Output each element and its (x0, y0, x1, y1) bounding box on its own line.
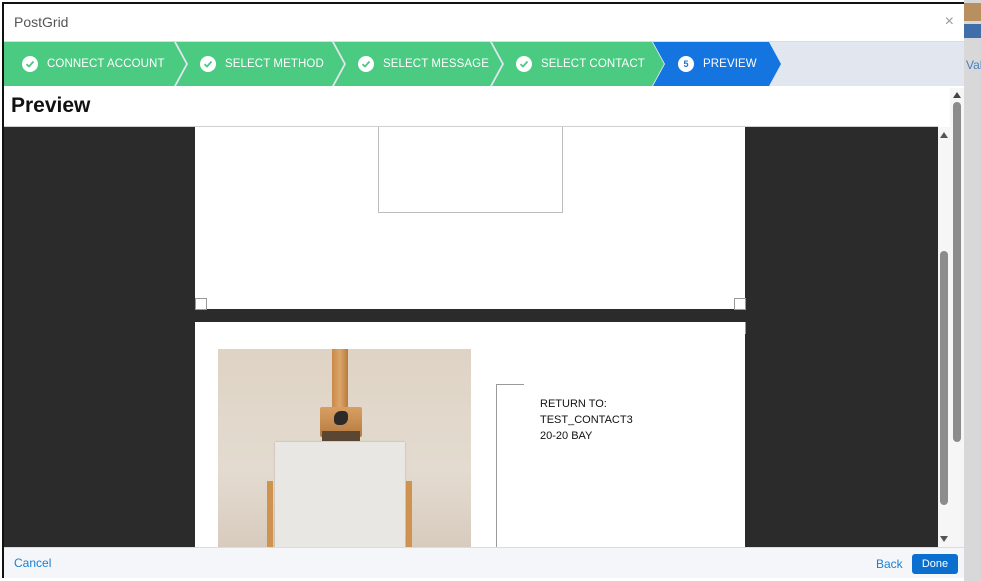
step-number-badge: 5 (678, 56, 694, 72)
scroll-down-arrow-icon[interactable] (940, 536, 948, 542)
progress-steps: CONNECT ACCOUNT SELECT METHOD SELECT MES… (4, 42, 964, 86)
step-preview[interactable]: 5 PREVIEW (653, 42, 781, 86)
easel-knob (334, 411, 348, 425)
return-line1: 20-20 BAY (540, 430, 593, 442)
easel-leg-left (267, 481, 273, 547)
scroll-up-arrow-icon[interactable] (953, 92, 961, 98)
check-icon (516, 56, 532, 72)
scroll-up-arrow-icon[interactable] (940, 132, 948, 138)
step-label: CONNECT ACCOUNT (47, 58, 165, 70)
check-icon (358, 56, 374, 72)
scrollbar-thumb[interactable] (953, 102, 961, 442)
scrollbar-thumb[interactable] (940, 251, 948, 505)
modal-title: PostGrid (14, 14, 69, 30)
address-window (378, 127, 563, 213)
crop-mark (734, 298, 746, 310)
viewer-scrollbar[interactable] (938, 127, 950, 547)
modal-scrollbar[interactable] (950, 88, 964, 548)
step-label: SELECT CONTACT (541, 58, 645, 70)
page-title: Preview (11, 94, 91, 117)
return-name: TEST_CONTACT3 (540, 414, 633, 426)
document-preview-viewer[interactable]: RETURN TO: TEST_CONTACT3 20-20 BAY (4, 127, 938, 547)
preview-page-back: RETURN TO: TEST_CONTACT3 20-20 BAY (195, 322, 745, 547)
crop-mark (195, 298, 207, 310)
check-icon (22, 56, 38, 72)
modal-header: PostGrid × (4, 4, 964, 42)
cancel-button[interactable]: Cancel (14, 556, 51, 570)
background-app-edge: Vali (964, 0, 981, 581)
blank-canvas (275, 442, 405, 547)
postcard-image-easel (218, 349, 471, 547)
step-select-contact[interactable]: SELECT CONTACT (492, 42, 664, 86)
back-button[interactable]: Back (876, 557, 903, 571)
easel-leg-right (406, 481, 412, 547)
background-app-banner (964, 3, 981, 21)
postgrid-modal: PostGrid × CONNECT ACCOUNT SELECT METHOD… (2, 2, 964, 578)
step-connect-account[interactable]: CONNECT ACCOUNT (4, 42, 186, 86)
preview-page-front (195, 127, 745, 309)
done-button[interactable]: Done (912, 554, 958, 574)
check-icon (200, 56, 216, 72)
return-address: RETURN TO: TEST_CONTACT3 20-20 BAY (540, 396, 633, 444)
background-app-text: Vali (966, 58, 981, 72)
step-select-message[interactable]: SELECT MESSAGE (334, 42, 502, 86)
step-label: PREVIEW (703, 58, 757, 70)
modal-footer: Cancel Back Done (4, 547, 964, 578)
return-address-bracket (496, 384, 524, 547)
return-heading: RETURN TO: (540, 398, 607, 410)
step-select-method[interactable]: SELECT METHOD (176, 42, 344, 86)
close-icon[interactable]: × (945, 13, 954, 31)
step-label: SELECT METHOD (225, 58, 324, 70)
easel-ledge (322, 431, 360, 441)
background-app-bar (964, 24, 981, 38)
step-label: SELECT MESSAGE (383, 58, 490, 70)
